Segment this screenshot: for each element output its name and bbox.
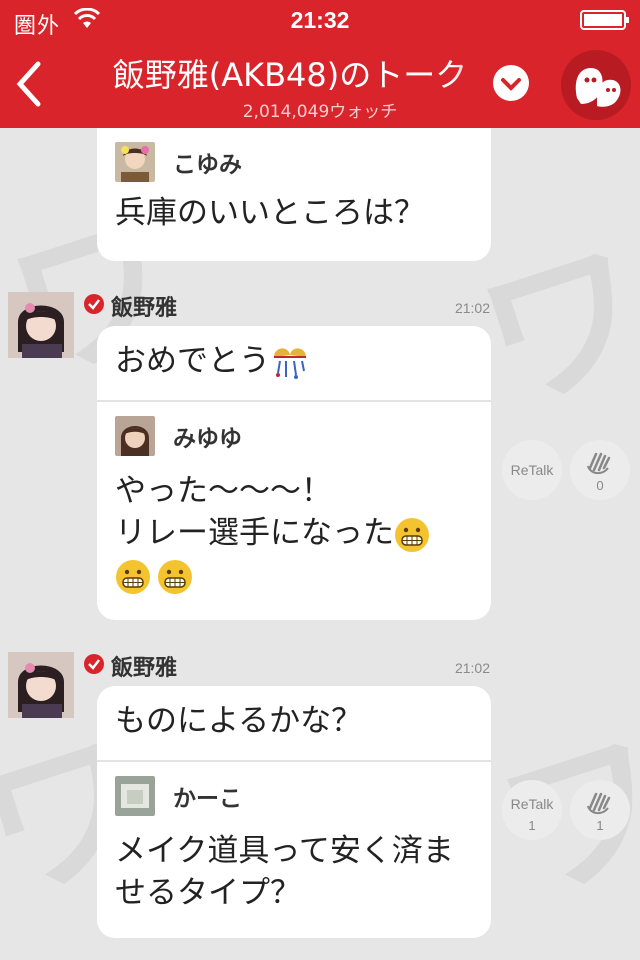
reply-text: おめでとう (97, 326, 491, 400)
clap-button[interactable]: 0 (570, 440, 630, 500)
clap-icon (587, 792, 611, 814)
author-name: 飯野雅 (111, 656, 178, 681)
reply-text: ものによるかな？ (115, 703, 363, 739)
post-time: 21:02 (454, 300, 490, 316)
page-title: 飯野雅(AKB48)のトーク (112, 56, 468, 94)
message-bubble[interactable]: おめでとう みゆゆ やった〜〜〜！ リレー選手になった (97, 326, 491, 620)
clap-button[interactable]: 1 (570, 780, 630, 840)
clap-count: 0 (596, 478, 604, 493)
asker-name: かーこ (173, 786, 242, 812)
author-avatar[interactable] (8, 292, 74, 358)
chevron-down-icon (501, 78, 521, 91)
author-avatar[interactable] (8, 652, 74, 718)
retalk-count: 1 (528, 818, 536, 833)
battery-icon (580, 10, 629, 30)
author-name: 飯野雅 (111, 296, 178, 321)
app-header: 圏外 21:32 飯野雅(AKB48)のトーク 2,014,049ウォッチ (0, 0, 640, 128)
quoted-question: かーこ メイク道具って安く済ま せるタイプ？ (97, 760, 491, 934)
question-text: メイク道具って安く済ま せるタイプ？ (115, 830, 473, 914)
post-time: 21:02 (454, 660, 490, 676)
question-line-2: リレー選手になった (115, 512, 473, 554)
message-bubble[interactable]: ものによるかな？ かーこ メイク道具って安く済ま せるタイプ？ (97, 686, 491, 938)
verified-icon (84, 294, 104, 314)
retalk-button[interactable]: ReTalk 1 (502, 780, 562, 840)
mascot-button[interactable] (561, 50, 631, 120)
back-button[interactable] (10, 58, 50, 110)
grinning-emoji-icon (158, 559, 192, 594)
reply-text-content: おめでとう (115, 343, 270, 379)
status-bar: 圏外 21:32 (0, 0, 640, 40)
status-time: 21:32 (290, 7, 350, 33)
retalk-label: ReTalk (510, 796, 554, 812)
question-line-1: やった〜〜〜！ (115, 473, 332, 509)
question-line-2-text: リレー選手になった (115, 515, 394, 551)
question-line-1: メイク道具って安く済ま (115, 833, 454, 869)
question-text: やった〜〜〜！ リレー選手になった (115, 470, 473, 596)
clap-count: 1 (596, 818, 604, 833)
asker-avatar (115, 416, 155, 456)
message-bubble[interactable]: こゆみ 兵庫のいいところは？ (97, 128, 491, 261)
ghost-mascot-icon (575, 68, 621, 107)
asker-avatar (115, 142, 155, 182)
party-popper-icon (274, 347, 306, 379)
grinning-emoji-icon (395, 517, 429, 552)
quoted-question: こゆみ 兵庫のいいところは？ (97, 128, 491, 254)
clap-icon (587, 452, 611, 474)
grinning-emoji-icon (116, 559, 150, 594)
asker-name: こゆみ (173, 152, 242, 178)
asker-avatar (115, 776, 155, 816)
retalk-button[interactable]: ReTalk (502, 440, 562, 500)
retalk-label: ReTalk (510, 462, 554, 478)
question-text: 兵庫のいいところは？ (115, 195, 425, 231)
question-line-2: せるタイプ？ (115, 875, 301, 911)
verified-icon (84, 654, 104, 674)
watch-count: 2,014,049ウォッチ (242, 102, 398, 122)
dropdown-button[interactable] (493, 65, 529, 101)
question-line-3 (115, 554, 473, 596)
chat-feed[interactable]: ワ ワ ワ ワ こゆみ 兵庫のいいところは？ 飯野雅 21:02 おめでとう み… (0, 128, 640, 960)
quoted-question: みゆゆ やった〜〜〜！ リレー選手になった (97, 400, 491, 616)
asker-name: みゆゆ (173, 426, 242, 452)
